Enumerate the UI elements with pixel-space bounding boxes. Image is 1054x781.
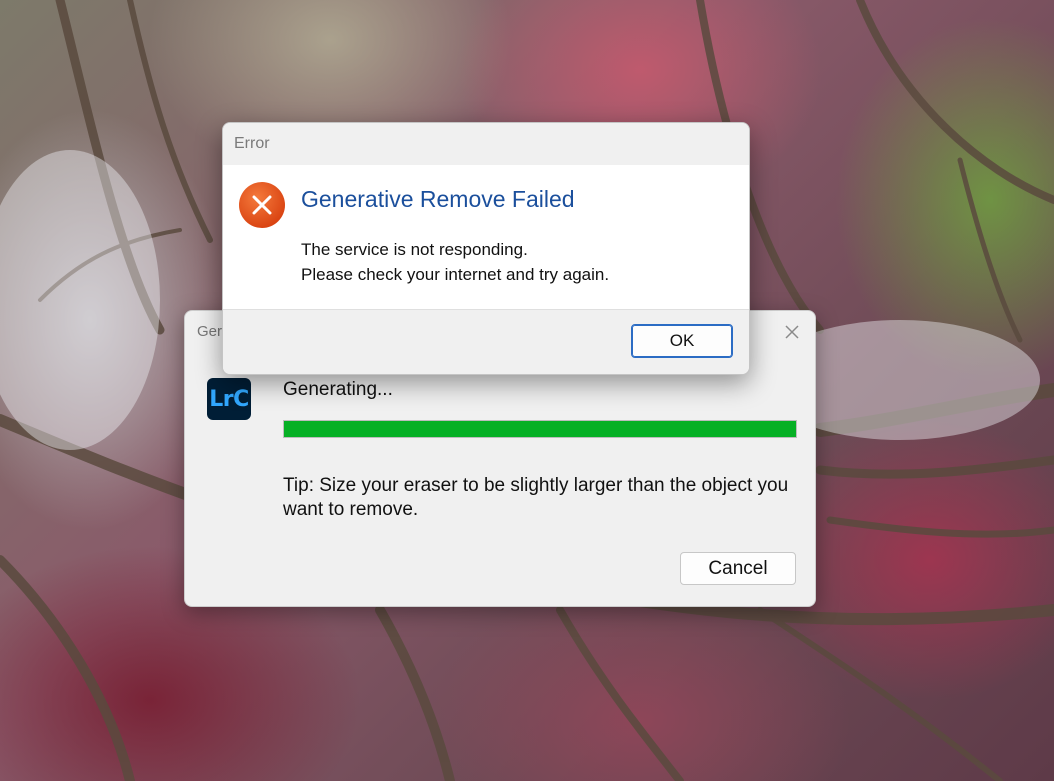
close-icon [785, 325, 799, 339]
error-heading: Generative Remove Failed [301, 186, 575, 212]
progress-bar [283, 420, 797, 438]
error-message-line2: Please check your internet and try again… [301, 265, 610, 284]
error-dialog-content: Generative Remove Failed The service is … [223, 165, 749, 309]
tip-text: Tip: Size your eraser to be slightly lar… [283, 475, 789, 520]
lightroom-classic-icon: LrC [207, 378, 251, 420]
error-icon [239, 182, 285, 228]
cancel-button[interactable]: Cancel [680, 552, 796, 585]
ok-button[interactable]: OK [631, 324, 733, 358]
error-dialog-titlebar[interactable]: Error [223, 123, 749, 165]
progress-bar-fill [284, 421, 796, 437]
close-button[interactable] [779, 319, 805, 345]
error-dialog-title: Error [234, 135, 270, 152]
error-message-line1: The service is not responding. [301, 240, 528, 259]
status-text: Generating... [283, 379, 393, 400]
progress-dialog-title: Ger [197, 323, 223, 340]
error-dialog-footer: OK [223, 309, 749, 374]
error-dialog: Error Generative Remove Failed The servi… [222, 122, 750, 375]
